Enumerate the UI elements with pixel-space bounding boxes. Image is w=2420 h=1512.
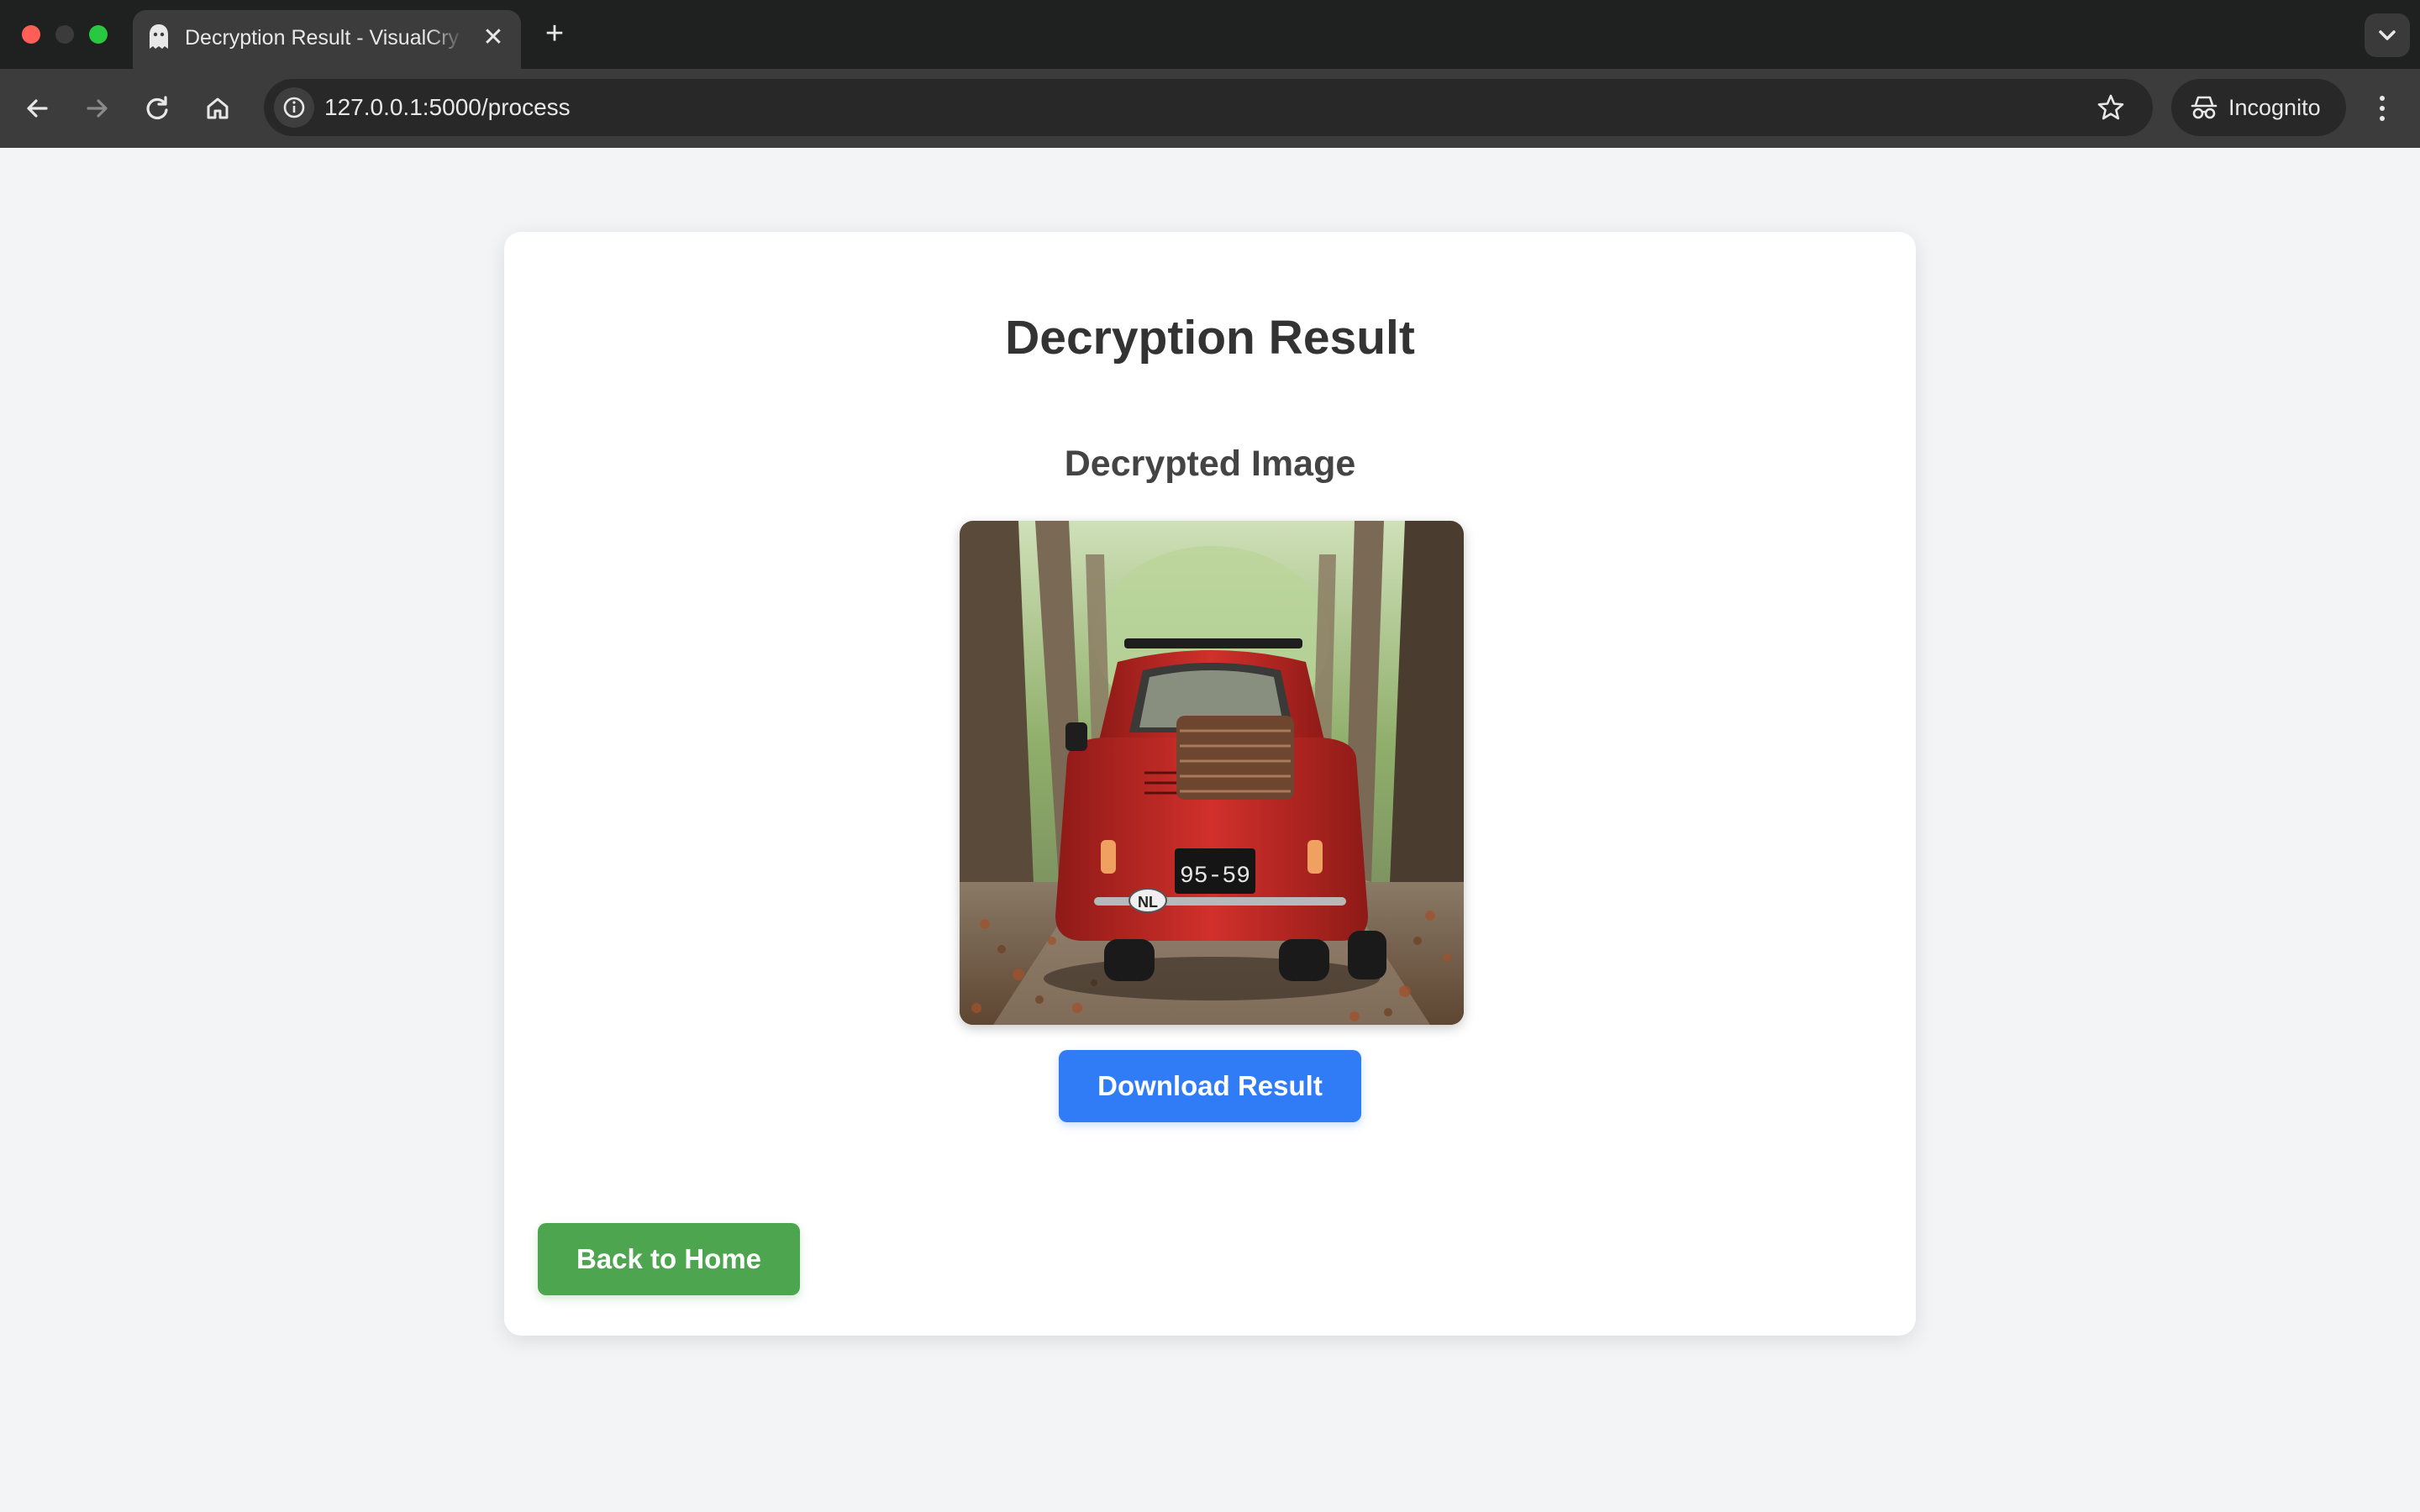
plus-icon[interactable]: + (538, 17, 571, 50)
back-arrow-icon[interactable] (18, 89, 57, 128)
more-vertical-icon[interactable] (2368, 91, 2396, 126)
decrypted-image-graphic: 95-59 NL (960, 521, 1464, 1025)
incognito-profile-button[interactable]: Incognito (2171, 79, 2346, 136)
close-window-button[interactable] (22, 25, 40, 44)
download-result-button[interactable]: Download Result (1059, 1050, 1361, 1122)
star-icon[interactable] (2096, 92, 2126, 123)
decrypted-image: 95-59 NL (960, 521, 1464, 1025)
tab-search-button[interactable] (2365, 13, 2410, 57)
back-to-home-button[interactable]: Back to Home (538, 1223, 800, 1295)
forward-arrow-icon[interactable] (77, 89, 116, 128)
tab-title-fade (427, 20, 466, 54)
tab-title: Decryption Result - VisualCry (185, 26, 460, 50)
reload-icon[interactable] (138, 89, 176, 128)
incognito-label: Incognito (2228, 95, 2321, 120)
tab-strip: Decryption Result - VisualCry ✕ + (0, 0, 2420, 69)
browser-toolbar: 127.0.0.1:5000/process Incognito (0, 69, 2420, 148)
address-bar[interactable]: 127.0.0.1:5000/process (264, 79, 2153, 136)
decrypted-image-heading: Decrypted Image (1064, 444, 1356, 484)
country-badge: NL (1138, 894, 1158, 911)
maximize-window-button[interactable] (89, 25, 108, 44)
browser-chrome: Decryption Result - VisualCry ✕ + 127.0.… (0, 0, 2420, 148)
minimize-window-button[interactable] (55, 25, 74, 44)
close-icon[interactable]: ✕ (479, 24, 508, 52)
result-card: Decryption Result Decrypted Image 95-59 … (504, 232, 1916, 1336)
incognito-icon (2191, 96, 2217, 119)
ghost-icon (150, 24, 168, 49)
home-icon[interactable] (198, 89, 237, 128)
chevron-down-icon (2379, 30, 2396, 40)
browser-tab[interactable]: Decryption Result - VisualCry ✕ (133, 10, 521, 69)
site-info-button[interactable] (274, 87, 314, 128)
info-icon (283, 97, 305, 118)
license-plate: 95-59 (1180, 864, 1250, 890)
url-text[interactable]: 127.0.0.1:5000/process (324, 92, 571, 123)
page-title: Decryption Result (1005, 311, 1415, 365)
